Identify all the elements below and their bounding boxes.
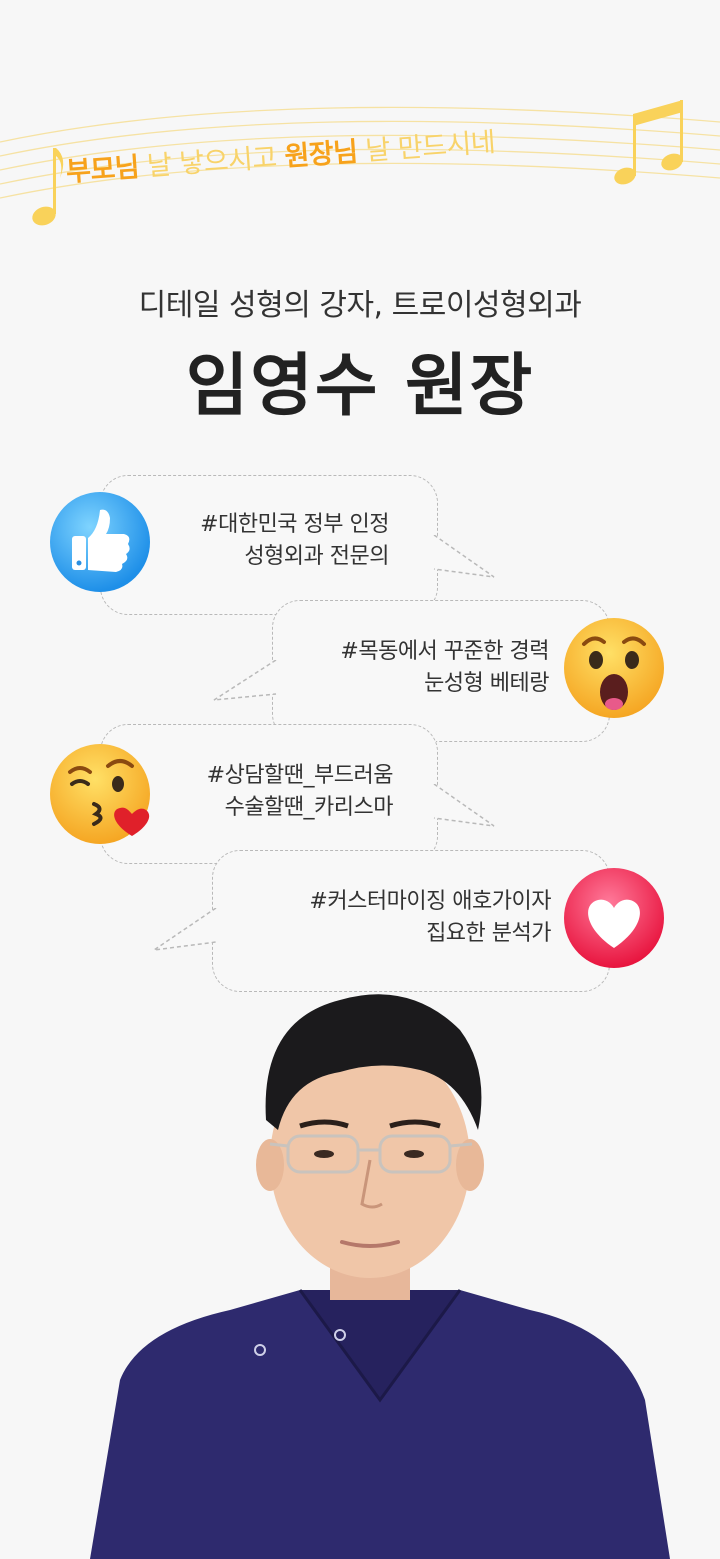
bubble-1-tail [433, 535, 495, 578]
bubble-3-line1: #상담할땐_부드러움 [206, 763, 394, 788]
bubble-3-tail [433, 784, 495, 827]
bubble-2-line1: #목동에서 꾸준한 경력 [340, 639, 549, 664]
bubble-3-line2: 수술할땐_카리스마 [224, 795, 394, 820]
bubble-1-line2: 성형외과 전문의 [244, 544, 389, 569]
doctor-portrait [90, 994, 670, 1559]
bubble-4-tail [153, 908, 217, 951]
bubble-2-line2: 눈성형 베테랑 [424, 671, 549, 696]
clinic-subtitle: 디테일 성형의 강자, 트로이성형외과 [138, 288, 582, 323]
bubble-2-tail [213, 660, 277, 701]
bubble-4-line2: 집요한 분석가 [426, 921, 551, 946]
slogan-parents: 부모님 [65, 151, 141, 188]
kiss-face-icon [50, 744, 150, 844]
speech-bubble-2: #목동에서 꾸준한 경력 눈성형 베테랑 [272, 600, 610, 742]
doctor-name: 임영수 원장 [185, 347, 535, 426]
banner: 부모님 날 낳으시고 원장님 날 만드시네 [0, 80, 720, 240]
music-note-icon [32, 148, 64, 226]
thumbs-up-icon [50, 492, 150, 592]
slogan-director: 원장님 [283, 136, 359, 173]
surprised-face-icon [564, 618, 664, 718]
heart-icon [564, 868, 664, 968]
bubble-4-line1: #커스터마이징 애호가이자 [309, 889, 551, 914]
bubble-1-line1: #대한민국 정부 인정 [200, 512, 389, 537]
